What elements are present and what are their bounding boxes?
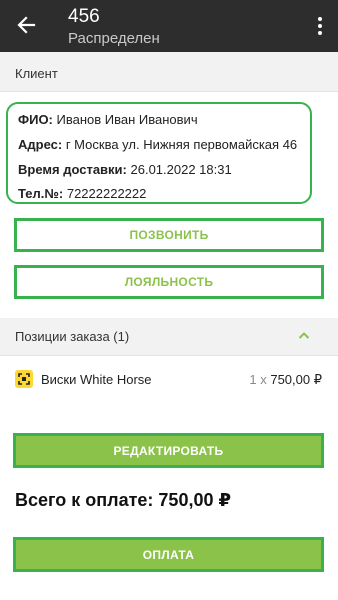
total-to-pay: Всего к оплате: 750,00 ₽: [15, 490, 231, 510]
item-multiplier: x: [260, 372, 267, 387]
app-bar: 456 Распределен: [0, 0, 338, 52]
delivery-time-label: Время доставки:: [18, 162, 127, 177]
order-items-section-header[interactable]: Позиции заказа (1): [0, 318, 338, 356]
fio-value: Иванов Иван Иванович: [56, 112, 198, 127]
call-button[interactable]: ПОЗВОНИТЬ: [14, 218, 324, 252]
fio-line: ФИО: Иванов Иван Иванович: [18, 112, 198, 127]
item-qty-price: 1 x 750,00 ₽: [249, 372, 322, 388]
phone-label: Тел.№:: [18, 186, 64, 201]
address-label: Адрес:: [18, 137, 63, 152]
item-name: Виски White Horse: [41, 372, 152, 387]
item-price: 750,00 ₽: [270, 372, 322, 387]
address-line: Адрес: г Москва ул. Нижняя первомайская …: [18, 137, 297, 152]
order-item-row[interactable]: Виски White Horse 1 x 750,00 ₽: [0, 364, 338, 396]
back-icon[interactable]: [14, 13, 38, 37]
item-qty: 1: [249, 372, 257, 387]
client-section-label: Клиент: [15, 66, 58, 81]
more-options-icon[interactable]: [314, 14, 326, 38]
loyalty-button[interactable]: ЛОЯЛЬНОСТЬ: [14, 265, 324, 299]
delivery-time-line: Время доставки: 26.01.2022 18:31: [18, 162, 232, 177]
address-value: г Москва ул. Нижняя первомайская 46: [65, 137, 298, 152]
order-status-subtitle: Распределен: [68, 30, 160, 47]
phone-value: 72222222222: [66, 186, 147, 201]
client-info-card: ФИО: Иванов Иван Иванович Адрес: г Москв…: [6, 102, 312, 204]
fio-label: ФИО:: [18, 112, 53, 127]
order-items-section-label: Позиции заказа (1): [15, 329, 130, 344]
pay-button[interactable]: ОПЛАТА: [13, 537, 324, 572]
order-number-title: 456: [68, 6, 100, 27]
phone-line: Тел.№: 72222222222: [18, 186, 146, 201]
edit-button[interactable]: РЕДАКТИРОВАТЬ: [13, 433, 324, 468]
delivery-time-value: 26.01.2022 18:31: [130, 162, 232, 177]
chevron-up-icon[interactable]: [298, 330, 310, 342]
barcode-scan-icon: [15, 370, 33, 388]
client-section-header: Клиент: [0, 52, 338, 92]
